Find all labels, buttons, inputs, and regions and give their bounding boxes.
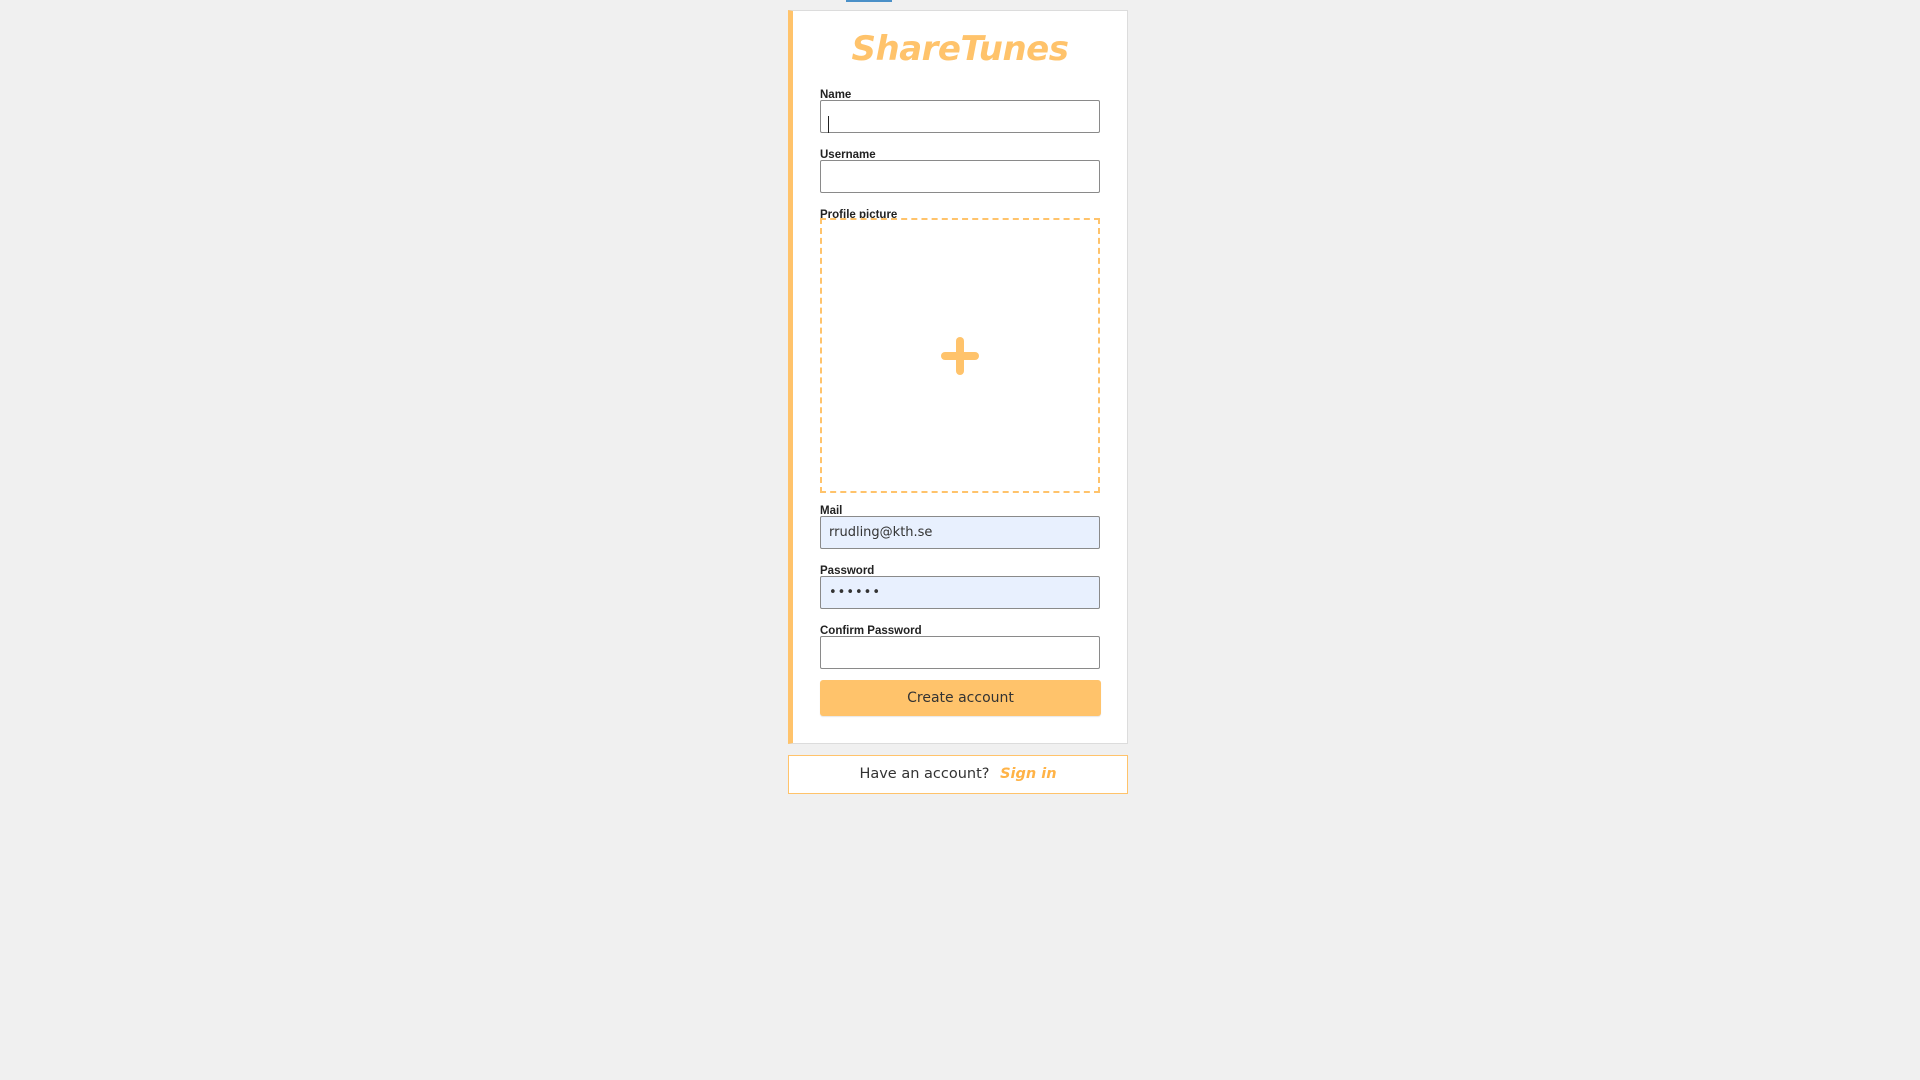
profile-picture-dropzone[interactable] (820, 218, 1100, 493)
username-input[interactable] (820, 160, 1100, 193)
signin-box: Have an account? Sign in (788, 755, 1128, 794)
app-logo: ShareTunes (851, 29, 1069, 69)
plus-icon (941, 336, 979, 375)
top-scroll-indicator (846, 0, 892, 2)
text-caret (828, 116, 829, 133)
create-account-button[interactable]: Create account (820, 680, 1101, 716)
confirm-password-input[interactable] (820, 636, 1100, 669)
name-input[interactable] (820, 100, 1100, 133)
mail-input[interactable] (820, 516, 1100, 549)
password-input[interactable] (820, 576, 1100, 609)
signin-prompt: Have an account? (859, 766, 990, 782)
signin-link[interactable]: Sign in (1000, 766, 1056, 782)
signup-card: ShareTunes Name Username Profile picture… (788, 10, 1128, 744)
